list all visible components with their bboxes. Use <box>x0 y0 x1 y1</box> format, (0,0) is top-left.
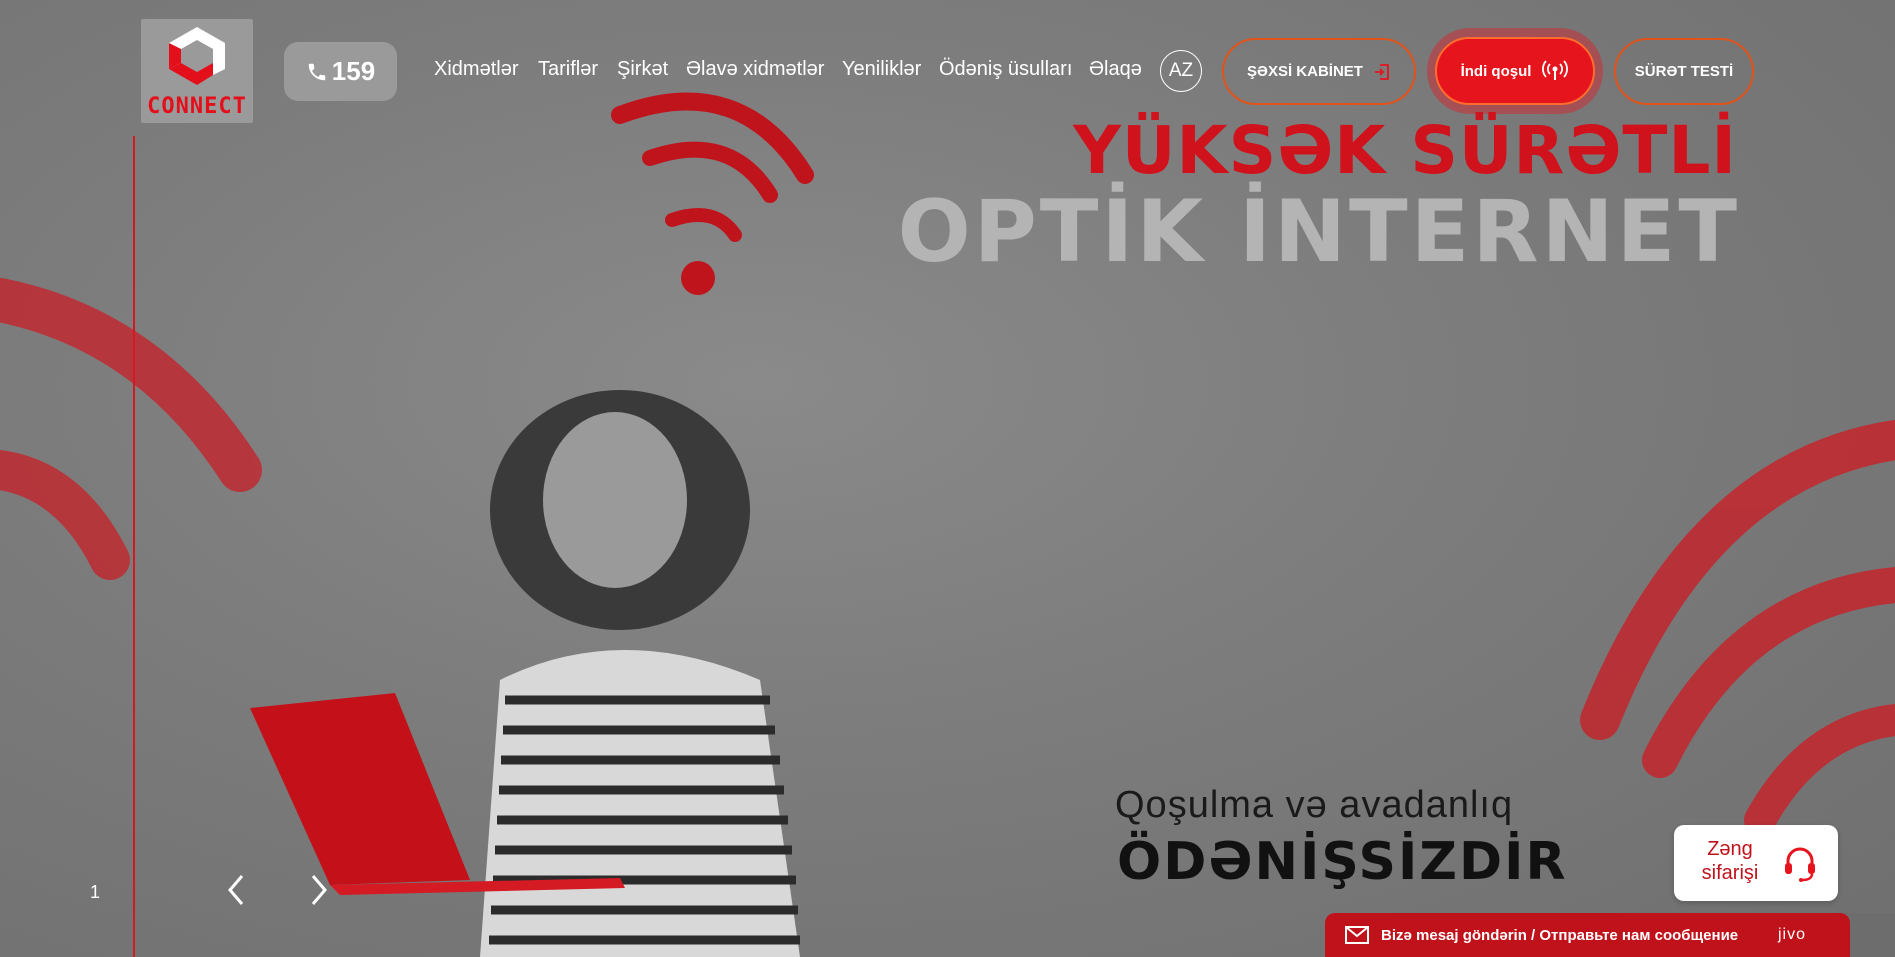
logo[interactable]: CONNECT <box>141 19 253 123</box>
nav-item-news[interactable]: Yeniliklər <box>842 58 921 81</box>
headline-gray: OPTİK İNTERNET <box>897 182 1740 282</box>
call-order-label: Zəng sifarişi <box>1701 838 1759 884</box>
personal-cabinet-button[interactable]: ŞƏXSİ KABİNET <box>1222 38 1416 105</box>
nav-item-company[interactable]: Şirkət <box>617 58 668 81</box>
slide-number: 1 <box>90 882 101 902</box>
slider-next-arrow-icon[interactable] <box>303 872 333 908</box>
jivo-brand: jivo <box>1777 926 1806 943</box>
connect-now-label: İndi qoşul <box>1460 62 1532 80</box>
headline-red: YÜKSƏK SÜRƏTLİ <box>1073 112 1737 189</box>
antenna-signal-icon <box>1542 60 1569 80</box>
slider-prev-arrow-icon[interactable] <box>222 872 252 908</box>
phone-number: 159 <box>331 56 376 86</box>
chat-widget-bar[interactable]: Bizə mesaj göndərin / Отправьте нам сооб… <box>1325 913 1850 957</box>
accent-vertical-line <box>133 136 135 957</box>
subheadline-bold: ÖDƏNİŞSİZDİR <box>1117 832 1568 892</box>
nav-item-payment-methods[interactable]: Ödəniş üsulları <box>939 58 1072 81</box>
nav-item-services[interactable]: Xidmətlər <box>434 58 518 81</box>
nav-item-contact[interactable]: Əlaqə <box>1089 58 1142 81</box>
subheadline: Qoşulma və avadanlıq <box>1115 784 1514 826</box>
hero-banner: CONNECT 159 Xidmətlər Tariflər Şirkət Əl… <box>0 0 1895 957</box>
logo-text: CONNECT <box>147 94 247 119</box>
logo-mark-icon <box>169 27 225 85</box>
phone-button[interactable]: 159 <box>284 42 397 101</box>
personal-cabinet-label: ŞƏXSİ KABİNET <box>1247 63 1363 80</box>
login-icon <box>1374 63 1389 80</box>
nav-item-additional-services[interactable]: Əlavə xidmətlər <box>686 58 824 81</box>
call-order-widget[interactable]: Zəng sifarişi <box>1674 825 1838 901</box>
headset-icon <box>1785 847 1815 882</box>
chat-label: Bizə mesaj göndərin / Отправьте нам сооб… <box>1381 926 1739 944</box>
nav-item-tariffs[interactable]: Tariflər <box>538 58 598 81</box>
language-switcher[interactable]: AZ <box>1160 50 1202 92</box>
speed-test-button[interactable]: SÜRƏT TESTİ <box>1614 38 1754 105</box>
mail-icon <box>1345 926 1369 944</box>
phone-icon <box>308 63 326 80</box>
connect-now-button[interactable]: İndi qoşul <box>1435 37 1595 105</box>
